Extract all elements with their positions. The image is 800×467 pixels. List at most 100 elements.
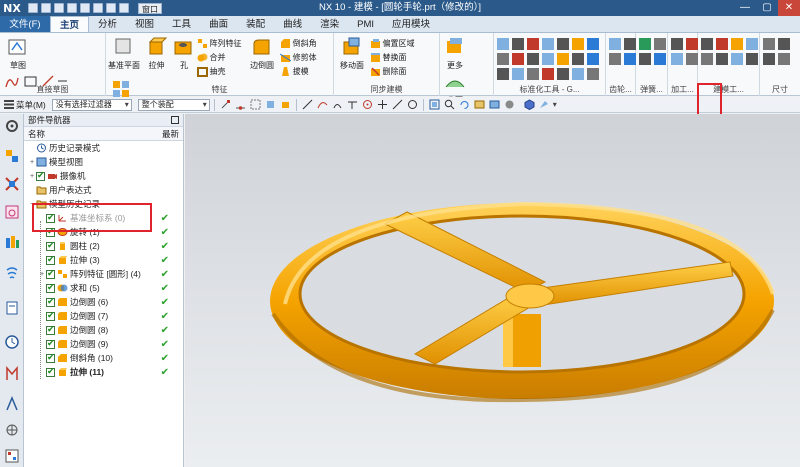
unite-button[interactable]: 合并 bbox=[197, 50, 242, 64]
tab-applications[interactable]: 应用模块 bbox=[383, 16, 439, 32]
tree-item-model-views[interactable]: + 模型视图 bbox=[24, 155, 183, 169]
document-icon[interactable] bbox=[4, 300, 20, 316]
edge-blend-7-checkbox[interactable] bbox=[46, 310, 55, 321]
assembly-scope-dropdown[interactable]: 整个装配 bbox=[137, 98, 210, 111]
tree-item-unite-5[interactable]: 求和 (5) ✔ bbox=[24, 281, 183, 295]
zoom-icon[interactable] bbox=[444, 99, 455, 110]
save-icon[interactable] bbox=[28, 3, 38, 13]
tab-assembly[interactable]: 装配 bbox=[237, 16, 274, 32]
snap-intersection-icon[interactable] bbox=[377, 99, 388, 110]
history-icon[interactable] bbox=[4, 334, 20, 350]
snap-midpoint-icon[interactable] bbox=[235, 99, 246, 110]
machining-tool-icons[interactable] bbox=[671, 38, 698, 65]
file-menu-button[interactable]: 文件(F) bbox=[0, 16, 50, 32]
snap-quadrant-icon[interactable] bbox=[407, 99, 418, 110]
close-button[interactable]: ✕ bbox=[778, 0, 800, 16]
tab-surface[interactable]: 曲面 bbox=[200, 16, 237, 32]
tree-item-edge-blend-8[interactable]: 边倒圆 (8) ✔ bbox=[24, 323, 183, 337]
main-menu-button[interactable]: 菜单(M) bbox=[4, 99, 46, 111]
snap-line-icon[interactable] bbox=[392, 99, 403, 110]
render-style-icon[interactable] bbox=[504, 99, 515, 110]
tree-item-cameras[interactable]: + 摄像机 bbox=[24, 169, 183, 183]
process-studio-icon[interactable] bbox=[4, 366, 20, 382]
tab-curve[interactable]: 曲线 bbox=[274, 16, 311, 32]
tree-item-chamfer-10[interactable]: 倒斜角 (10) ✔ bbox=[24, 351, 183, 365]
move-face-button[interactable]: 移动面 bbox=[337, 36, 367, 71]
system-scenes-icon[interactable] bbox=[4, 422, 20, 438]
tab-render[interactable]: 渲染 bbox=[311, 16, 348, 32]
trim-body-button[interactable]: 修剪体 bbox=[279, 50, 317, 64]
snap-curve-icon[interactable] bbox=[317, 99, 328, 110]
toolbar-overflow-icon[interactable]: ▾ bbox=[553, 100, 557, 109]
gear-icon[interactable] bbox=[4, 118, 20, 134]
tab-analysis[interactable]: 分析 bbox=[89, 16, 126, 32]
tree-item-extrude-11[interactable]: 拉伸 (11) ✔ bbox=[24, 365, 183, 379]
maximize-panel-icon[interactable] bbox=[171, 116, 179, 124]
minimize-button[interactable]: — bbox=[734, 0, 756, 16]
edge-blend-button[interactable]: 边倒圆 bbox=[247, 36, 277, 71]
constraint-navigator-icon[interactable] bbox=[4, 204, 20, 220]
orient-view-icon[interactable] bbox=[489, 99, 500, 110]
sketch-button[interactable]: 草图 bbox=[3, 36, 33, 71]
datum-plane-button[interactable]: 基准平面 bbox=[108, 36, 140, 71]
tree-item-edge-blend-9[interactable]: 边倒圆 (9) ✔ bbox=[24, 337, 183, 351]
chamfer-checkbox[interactable] bbox=[46, 352, 55, 363]
snap-arc-icon[interactable] bbox=[332, 99, 343, 110]
undo-icon[interactable] bbox=[41, 3, 51, 13]
cut-icon[interactable] bbox=[67, 3, 77, 13]
gear-tool-icons[interactable] bbox=[609, 38, 636, 65]
column-name[interactable]: 名称 bbox=[28, 128, 45, 140]
part-navigator-icon[interactable] bbox=[4, 148, 20, 164]
extrude-button[interactable]: 拉伸 bbox=[142, 36, 172, 71]
column-latest[interactable]: 最新 bbox=[162, 128, 179, 140]
unite-checkbox[interactable] bbox=[46, 282, 55, 293]
assembly-navigator-icon[interactable] bbox=[4, 176, 20, 192]
handwheel-model[interactable] bbox=[185, 114, 800, 467]
tree-item-edge-blend-7[interactable]: 边倒圆 (7) ✔ bbox=[24, 309, 183, 323]
pattern-checkbox[interactable] bbox=[46, 268, 55, 279]
web-browser-icon[interactable] bbox=[4, 266, 20, 282]
tab-home[interactable]: 主页 bbox=[50, 16, 90, 32]
snap-endpoint-icon[interactable] bbox=[220, 99, 231, 110]
edge-blend-9-checkbox[interactable] bbox=[46, 338, 55, 349]
shell-button[interactable]: 抽壳 bbox=[196, 64, 242, 78]
size-tool-icons[interactable] bbox=[763, 38, 790, 65]
spring-tool-icons[interactable] bbox=[639, 38, 666, 65]
role-icon[interactable] bbox=[4, 396, 20, 412]
touch-mode-icon[interactable] bbox=[119, 3, 129, 13]
tab-tools[interactable]: 工具 bbox=[163, 16, 200, 32]
snap-face-icon[interactable] bbox=[265, 99, 276, 110]
layer-icon[interactable] bbox=[474, 99, 485, 110]
sync-more-button[interactable]: 更多 bbox=[443, 36, 467, 71]
fit-view-icon[interactable] bbox=[429, 99, 440, 110]
build-tool-icons[interactable] bbox=[701, 38, 758, 65]
cameras-checkbox[interactable] bbox=[36, 170, 45, 181]
pattern-feature-button[interactable]: 阵列特征 bbox=[197, 36, 242, 50]
tree-item-cylinder-2[interactable]: 圆柱 (2) ✔ bbox=[24, 239, 183, 253]
tab-pmi[interactable]: PMI bbox=[348, 16, 383, 32]
extrude-3-checkbox[interactable] bbox=[46, 254, 55, 265]
copy-icon[interactable] bbox=[80, 3, 90, 13]
window-menu[interactable]: 窗口 bbox=[138, 2, 162, 14]
snap-center-icon[interactable] bbox=[362, 99, 373, 110]
paste-icon[interactable] bbox=[93, 3, 103, 13]
hole-button[interactable]: 孔 bbox=[174, 36, 194, 71]
tree-item-edge-blend-6[interactable]: 边倒圆 (6) ✔ bbox=[24, 295, 183, 309]
graphics-window[interactable] bbox=[185, 114, 800, 467]
redo-icon[interactable] bbox=[54, 3, 64, 13]
tree-item-pattern-4[interactable]: + 阵列特征 [圆形] (4) ✔ bbox=[24, 267, 183, 281]
tree-item-extrude-3[interactable]: 拉伸 (3) ✔ bbox=[24, 253, 183, 267]
tree-item-user-expressions[interactable]: 用户表达式 bbox=[24, 183, 183, 197]
snap-body-icon[interactable] bbox=[280, 99, 291, 110]
maximize-button[interactable]: ▢ bbox=[756, 0, 778, 16]
repeat-command-icon[interactable] bbox=[106, 3, 116, 13]
shaded-view-icon[interactable] bbox=[524, 99, 535, 110]
cylinder-checkbox[interactable] bbox=[46, 240, 55, 251]
edge-blend-6-checkbox[interactable] bbox=[46, 296, 55, 307]
rotate-icon[interactable] bbox=[459, 99, 470, 110]
snap-grid-icon[interactable] bbox=[250, 99, 261, 110]
reuse-library-icon[interactable] bbox=[4, 234, 20, 250]
draft-button[interactable]: 拔模 bbox=[280, 64, 317, 78]
snap-point-icon[interactable] bbox=[302, 99, 313, 110]
extrude-11-checkbox[interactable] bbox=[46, 366, 55, 377]
